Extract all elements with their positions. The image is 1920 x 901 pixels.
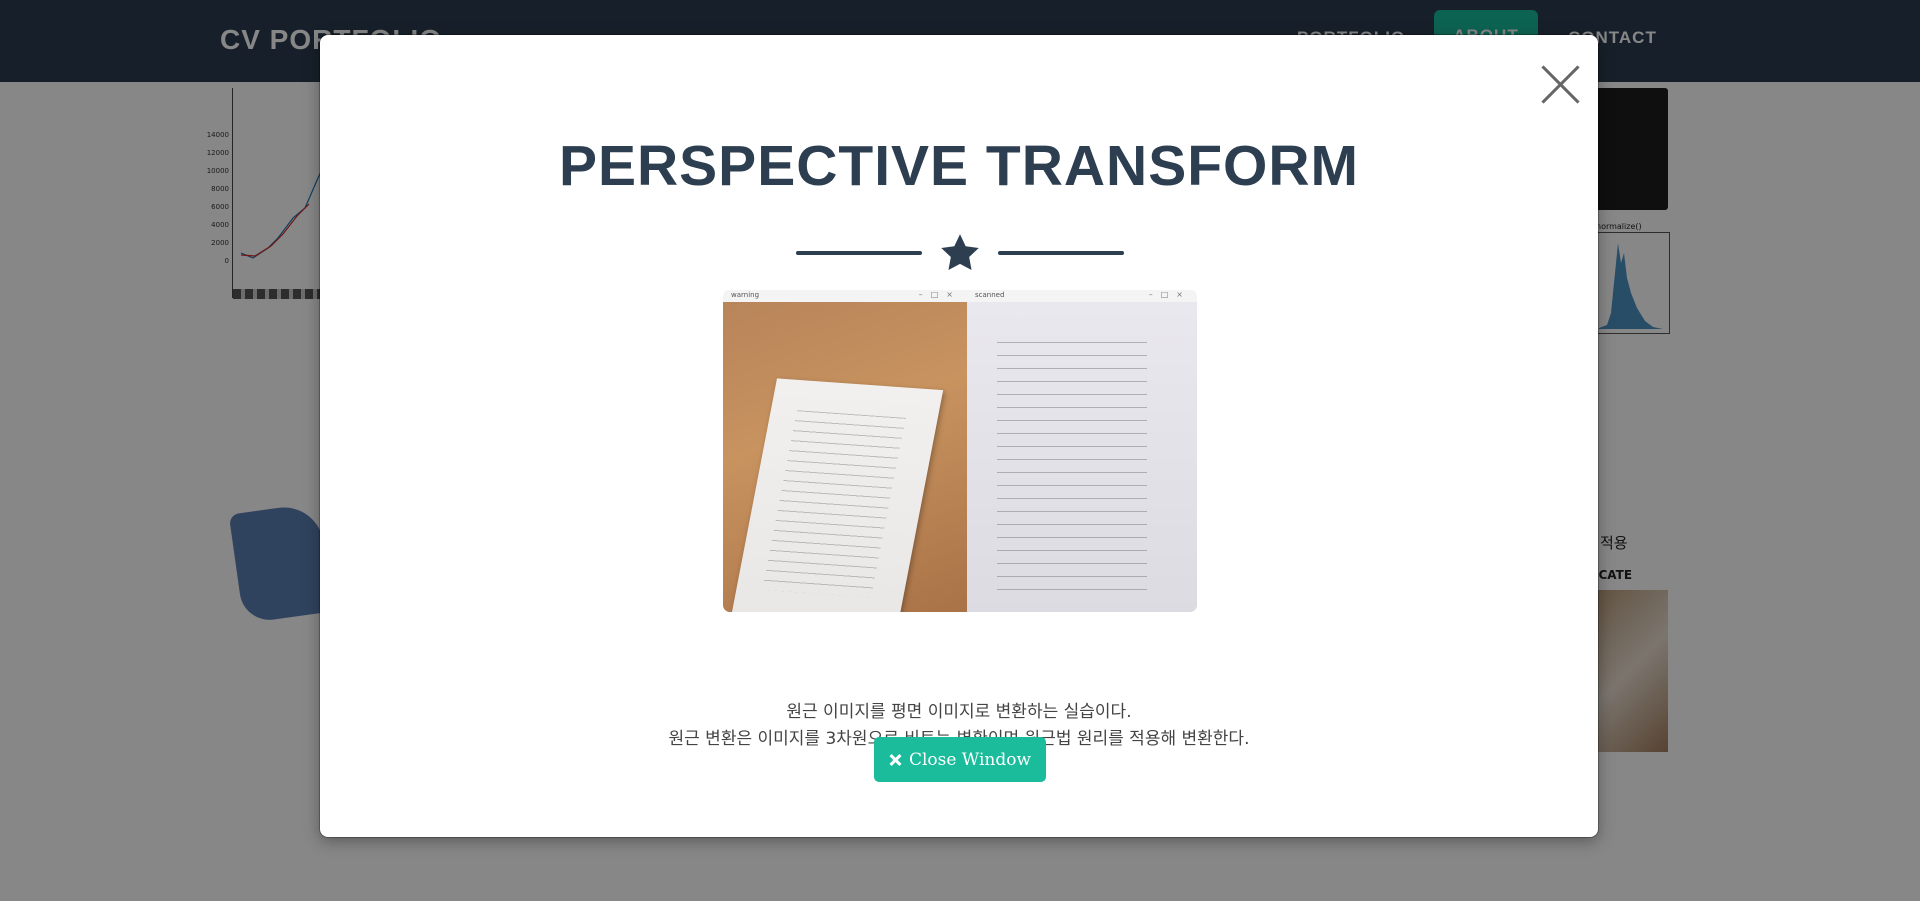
paper-text-lines <box>762 410 906 598</box>
star-icon <box>941 234 979 271</box>
window-controls-icon: –□× <box>918 290 961 299</box>
warning-window: warning –□× <box>723 290 967 612</box>
modal-title: PERSPECTIVE TRANSFORM <box>558 134 1360 198</box>
project-image: warning –□× scanned –□× <box>723 290 1197 612</box>
divider-line <box>998 251 1124 255</box>
portfolio-modal: PERSPECTIVE TRANSFORM warning –□× scanne… <box>320 35 1598 837</box>
close-window-button[interactable]: Close Window <box>874 737 1046 782</box>
scanned-text-lines <box>997 342 1147 592</box>
window-title: scanned <box>975 291 1005 299</box>
window-controls-icon: –□× <box>1148 290 1191 299</box>
perspective-photo <box>723 302 967 612</box>
close-icon[interactable] <box>1530 55 1590 115</box>
scanned-photo <box>967 302 1197 612</box>
paper-document <box>730 378 944 612</box>
title-divider <box>796 231 1124 275</box>
divider-line <box>796 251 922 255</box>
window-title: warning <box>731 291 760 299</box>
description-line: 원근 이미지를 평면 이미지로 변환하는 실습이다. <box>786 702 1132 722</box>
scanned-window: scanned –□× <box>967 290 1197 612</box>
close-window-label: Close Window <box>908 749 1032 770</box>
times-icon <box>889 754 901 766</box>
